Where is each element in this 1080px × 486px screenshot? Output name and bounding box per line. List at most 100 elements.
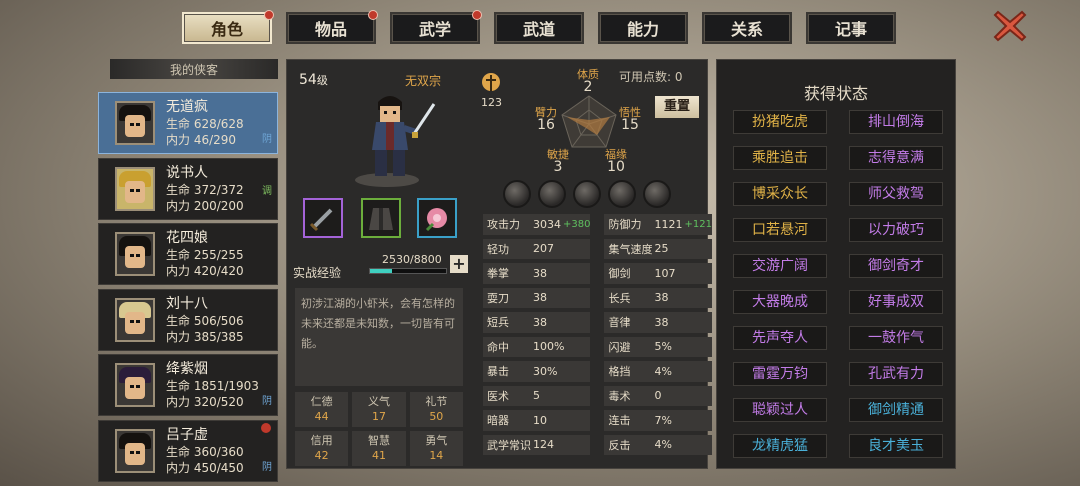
stat-label: 闪避: [608, 340, 631, 354]
notification-dot: [264, 10, 274, 20]
stat-value: 100%: [533, 340, 565, 354]
tab-character[interactable]: 角色: [182, 10, 274, 44]
hero-mp: 内力 200/200: [166, 198, 244, 213]
close-x-icon[interactable]: [992, 8, 1028, 44]
status-buff[interactable]: 大器晚成: [733, 290, 827, 314]
status-buff[interactable]: 好事成双: [849, 290, 943, 314]
status-buff[interactable]: 先声夺人: [733, 326, 827, 350]
stat-row: 医术 5: [483, 385, 591, 406]
avatar: [115, 101, 155, 145]
notification-dot: [261, 422, 271, 433]
stat-row: 耍刀 38: [483, 287, 591, 308]
stat-row: 短兵 38: [483, 312, 591, 333]
stat-row: 武学常识 124: [483, 434, 591, 455]
armor-slot[interactable]: [361, 198, 401, 238]
stat-row: 连击 7%: [604, 410, 712, 431]
status-buff[interactable]: 博采众长: [733, 182, 827, 206]
sect-mark-icon: [482, 73, 500, 91]
virtue-value: 14: [429, 449, 444, 462]
status-buff[interactable]: 一鼓作气: [849, 326, 943, 350]
tab-label: 武道: [522, 20, 555, 39]
virtue-label: 勇气: [425, 434, 448, 447]
virtue-label: 仁德: [310, 395, 333, 408]
hero-name: 吕子虚: [166, 426, 208, 443]
notification-dot: [368, 10, 378, 20]
avatar: [115, 363, 155, 407]
status-buff[interactable]: 志得意满: [849, 146, 943, 170]
virtue-cell: 智慧 41: [352, 431, 406, 466]
status-buff[interactable]: 御剑奇才: [849, 254, 943, 278]
virtue-label: 智慧: [367, 434, 390, 447]
status-buff[interactable]: 良才美玉: [849, 434, 943, 458]
orb-slot[interactable]: [503, 180, 531, 208]
stat-row: 暴击 30%: [483, 361, 591, 382]
reset-button[interactable]: 重置: [655, 96, 699, 118]
status-buff[interactable]: 乘胜追击: [733, 146, 827, 170]
stat-row: 攻击力 3034 +380: [483, 214, 591, 235]
character-portrait: [355, 96, 436, 187]
orb-slot[interactable]: [573, 180, 601, 208]
tab-journal[interactable]: 记事: [806, 12, 896, 44]
stat-value: 25: [654, 242, 669, 256]
hero-card[interactable]: 无道疯 生命 628/628 内力 46/290 阴: [98, 92, 278, 154]
status-buff[interactable]: 口若悬河: [733, 218, 827, 242]
tab-martial-arts[interactable]: 武学: [390, 10, 482, 44]
hero-hp: 生命 1851/1903: [166, 379, 259, 393]
stat-row: 轻功 207: [483, 238, 591, 259]
stat-label: 武学常识: [487, 438, 531, 452]
stat-label: 集气速度: [608, 242, 653, 256]
status-buff[interactable]: 聪颖过人: [733, 398, 827, 422]
stat-value: 38: [533, 315, 547, 329]
exp-bar: [369, 268, 447, 274]
hero-tag: 调: [262, 185, 272, 197]
status-buff[interactable]: 师父救驾: [849, 182, 943, 206]
orb-slot[interactable]: [608, 180, 636, 208]
orb-slot[interactable]: [538, 180, 566, 208]
weapon-slot[interactable]: [303, 198, 343, 238]
status-buff[interactable]: 以力破巧: [849, 218, 943, 242]
virtue-cell: 信用 42: [295, 431, 349, 466]
tab-items[interactable]: 物品: [286, 10, 378, 44]
status-title: 获得状态: [803, 84, 868, 103]
stat-row: 长兵 38: [604, 287, 712, 308]
status-buff[interactable]: 孔武有力: [849, 362, 943, 386]
character-panel: 54级 无双宗 实战经验 2530/8800 + 初涉江湖的小虾米，会有怎样的未…: [286, 59, 712, 469]
hero-card[interactable]: 花四娘 生命 255/255 内力 420/420: [98, 223, 278, 285]
tab-martial-path[interactable]: 武道: [494, 12, 584, 44]
stat-value: 4%: [654, 438, 672, 452]
stat-value: 38: [533, 266, 547, 280]
accessory-slot[interactable]: [417, 198, 457, 238]
avatar: [115, 297, 155, 342]
virtue-cell: 勇气 14: [409, 431, 463, 466]
hero-card[interactable]: 刘十八 生命 506/506 内力 385/385: [98, 288, 278, 351]
status-buff[interactable]: 交游广阔: [733, 254, 827, 278]
roster-header-label: 我的侠客: [169, 62, 218, 77]
hero-card[interactable]: 说书人 生命 372/372 内力 200/200 调: [98, 157, 278, 220]
stat-label: 耍刀: [487, 291, 509, 305]
tab-relations[interactable]: 关系: [702, 12, 792, 44]
status-buff[interactable]: 雷霆万钧: [733, 362, 827, 386]
hero-tag: 阴: [262, 461, 272, 473]
stat-value: 124: [533, 438, 554, 452]
attr-comprehension: 悟性 15: [619, 106, 641, 132]
status-buff[interactable]: 御剑精通: [849, 398, 943, 422]
orb-slot[interactable]: [643, 180, 671, 208]
stat-row: 格挡 4%: [604, 361, 712, 382]
stat-row: 御剑 107: [604, 263, 712, 284]
status-buff[interactable]: 扮猪吃虎: [733, 110, 827, 134]
tab-label: 记事: [834, 20, 867, 39]
add-exp-button[interactable]: +: [450, 255, 468, 273]
hero-card[interactable]: 绛紫烟 生命 1851/1903 内力 320/520 阴: [98, 354, 278, 416]
hero-card[interactable]: 吕子虚 生命 360/360 内力 450/450 阴: [98, 419, 278, 482]
status-buff[interactable]: 龙精虎猛: [733, 434, 827, 458]
attr-value: 16: [537, 117, 555, 133]
stat-value: 3034: [533, 217, 561, 231]
stat-row: 暗器 10: [483, 410, 591, 431]
available-points: 可用点数: 0: [619, 70, 683, 84]
status-buff[interactable]: 排山倒海: [849, 110, 943, 134]
character-level: 54级: [299, 72, 328, 88]
stat-label: 攻击力: [487, 218, 520, 232]
tab-abilities[interactable]: 能力: [598, 12, 688, 44]
stat-label: 长兵: [608, 291, 631, 305]
attr-value: 10: [607, 159, 625, 175]
